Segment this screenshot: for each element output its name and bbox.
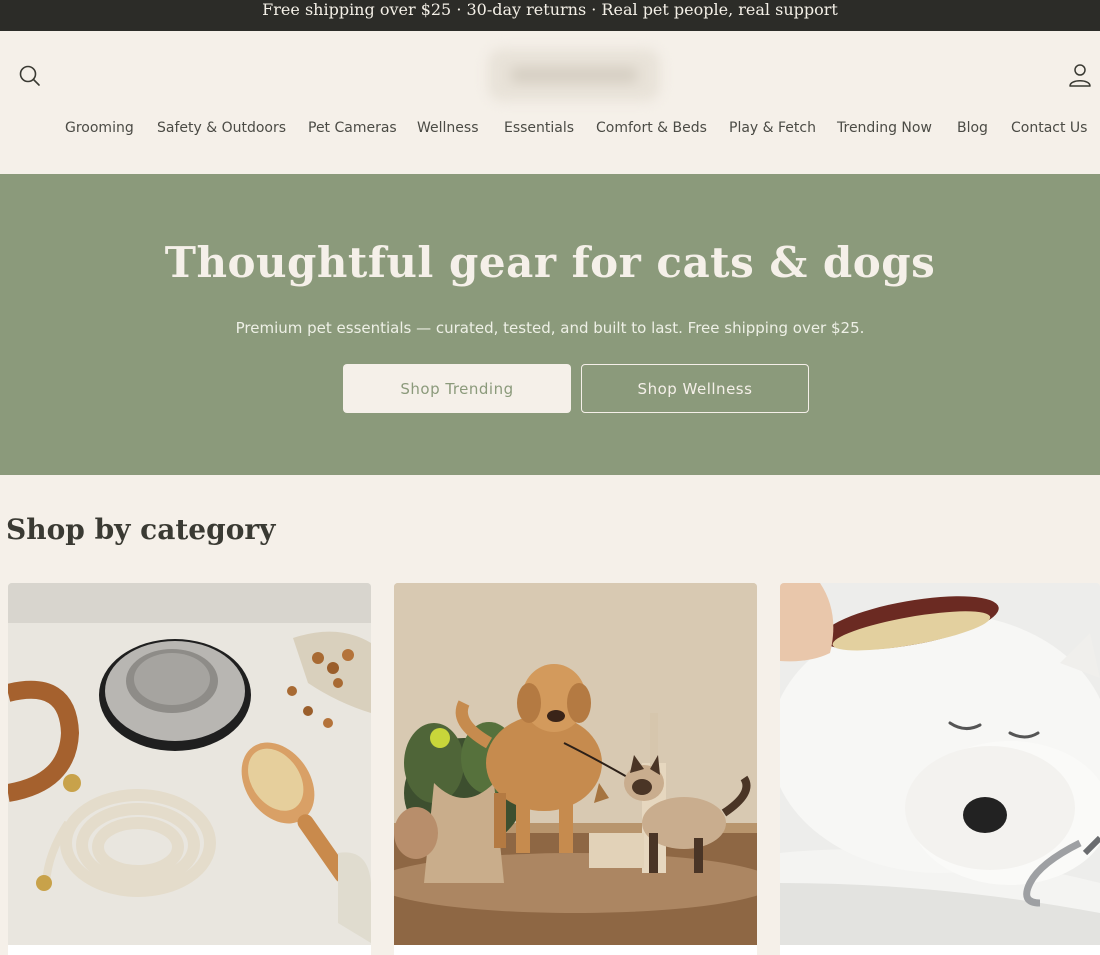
category-card-play-fetch[interactable] — [394, 583, 757, 955]
grooming-image — [780, 583, 1100, 955]
category-card-grooming[interactable] — [780, 583, 1100, 955]
nav-item-essentials[interactable]: Essentials — [504, 120, 574, 136]
search-icon[interactable] — [17, 63, 43, 89]
section-title: Shop by category — [6, 513, 276, 546]
main-nav: Grooming Safety & Outdoors Pet Cameras W… — [0, 120, 1100, 142]
category-card-essentials[interactable] — [8, 583, 371, 955]
announcement-text: Free shipping over $25 · 30-day returns … — [262, 0, 838, 19]
hero-banner: Thoughtful gear for cats & dogs Premium … — [0, 174, 1100, 475]
announcement-bar: Free shipping over $25 · 30-day returns … — [0, 0, 1100, 31]
site-header: Grooming Safety & Outdoors Pet Cameras W… — [0, 31, 1100, 174]
essentials-image — [8, 583, 371, 955]
hero-title: Thoughtful gear for cats & dogs — [164, 238, 936, 287]
nav-item-blog[interactable]: Blog — [957, 120, 988, 136]
dog-and-cat-image — [394, 583, 757, 955]
nav-item-comfort-beds[interactable]: Comfort & Beds — [596, 120, 707, 136]
store-logo[interactable] — [488, 49, 660, 101]
nav-item-trending-now[interactable]: Trending Now — [837, 120, 932, 136]
nav-item-play-fetch[interactable]: Play & Fetch — [729, 120, 816, 136]
user-icon[interactable] — [1066, 61, 1094, 89]
nav-item-safety-outdoors[interactable]: Safety & Outdoors — [157, 120, 286, 136]
hero-subtitle: Premium pet essentials — curated, tested… — [235, 319, 865, 337]
shop-trending-button[interactable]: Shop Trending — [343, 364, 571, 413]
nav-item-pet-cameras[interactable]: Pet Cameras — [308, 120, 397, 136]
nav-item-contact-us[interactable]: Contact Us — [1011, 120, 1087, 136]
nav-item-grooming[interactable]: Grooming — [65, 120, 134, 136]
shop-wellness-button[interactable]: Shop Wellness — [581, 364, 809, 413]
nav-item-wellness[interactable]: Wellness — [417, 120, 479, 136]
